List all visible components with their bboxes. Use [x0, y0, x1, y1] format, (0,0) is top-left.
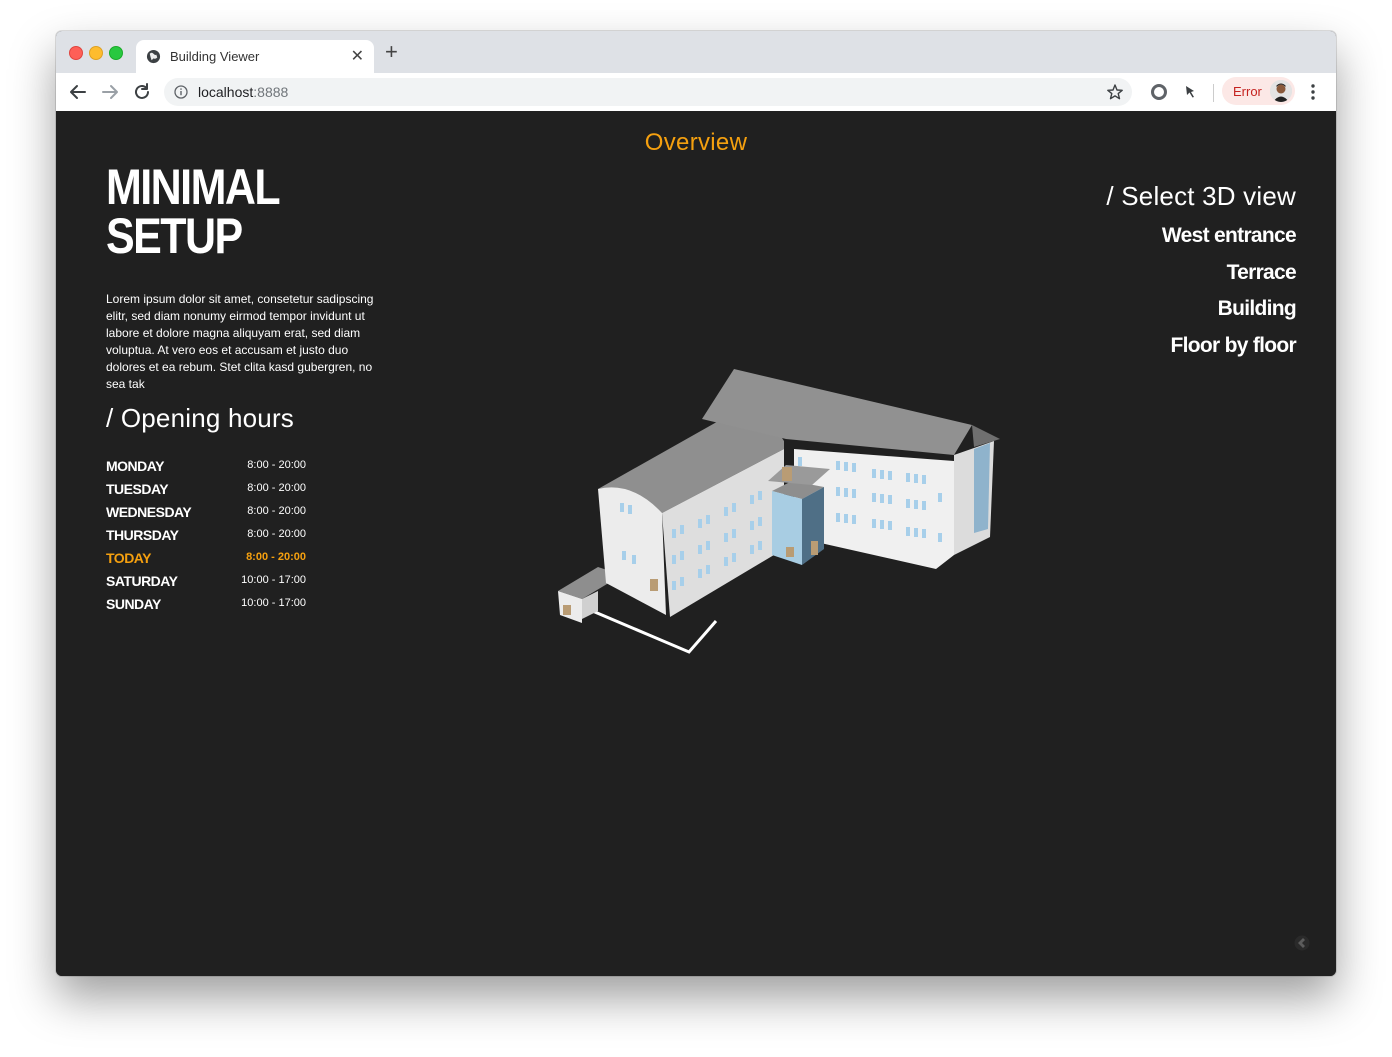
- browser-window: Building Viewer ✕ + localhost:8888 Error…: [56, 31, 1336, 976]
- browser-toolbar: localhost:8888 Error: [56, 73, 1336, 112]
- pin-icon[interactable]: [1181, 82, 1199, 100]
- time-label: 10:00 - 17:00: [241, 597, 306, 609]
- new-tab-button[interactable]: +: [385, 41, 398, 63]
- hours-row-monday: MONDAY 8:00 - 20:00: [106, 458, 306, 481]
- toolbar-separator: [1213, 84, 1214, 102]
- hours-row-wednesday: WEDNESDAY 8:00 - 20:00: [106, 504, 306, 527]
- close-window-button[interactable]: [69, 46, 83, 60]
- page-title: MINIMAL SETUP: [106, 159, 281, 264]
- url-port: :8888: [253, 84, 289, 100]
- day-label: TUESDAY: [106, 481, 169, 497]
- day-label: WEDNESDAY: [106, 504, 192, 520]
- tab-title: Building Viewer: [170, 49, 260, 64]
- time-label: 10:00 - 17:00: [241, 574, 306, 586]
- hours-row-today: TODAY 8:00 - 20:00: [106, 550, 306, 573]
- maximize-window-button[interactable]: [109, 46, 123, 60]
- view-terrace[interactable]: Terrace: [1162, 261, 1297, 298]
- url-text[interactable]: localhost:8888: [198, 84, 288, 100]
- star-icon[interactable]: [1106, 83, 1124, 101]
- view-menu: West entrance Terrace Building Floor by …: [1162, 224, 1297, 371]
- url-host: localhost: [198, 84, 254, 100]
- extension-icon[interactable]: [1150, 83, 1168, 101]
- view-floor-by-floor[interactable]: Floor by floor: [1162, 334, 1296, 371]
- day-label: THURSDAY: [106, 527, 179, 543]
- globe-icon: [146, 49, 161, 64]
- minimize-window-button[interactable]: [89, 46, 103, 60]
- time-label: 8:00 - 20:00: [247, 459, 306, 471]
- menu-icon[interactable]: [1308, 83, 1318, 101]
- time-label: 8:00 - 20:00: [247, 528, 306, 540]
- tab-bar: Building Viewer ✕ +: [56, 31, 1336, 73]
- flutter-icon: [1294, 935, 1310, 951]
- time-label: 8:00 - 20:00: [246, 551, 306, 563]
- forward-icon[interactable]: [99, 81, 121, 103]
- view-west-entrance[interactable]: West entrance: [1162, 224, 1297, 261]
- reload-icon[interactable]: [131, 81, 153, 103]
- profile-status: Error: [1233, 84, 1262, 99]
- browser-tab[interactable]: Building Viewer ✕: [136, 40, 374, 73]
- info-icon[interactable]: [174, 85, 188, 99]
- hours-row-tuesday: TUESDAY 8:00 - 20:00: [106, 481, 306, 504]
- building-3d-model[interactable]: [554, 369, 1004, 654]
- address-bar[interactable]: localhost:8888: [164, 78, 1132, 106]
- description-text: Lorem ipsum dolor sit amet, consetetur s…: [106, 292, 374, 391]
- time-label: 8:00 - 20:00: [247, 505, 306, 517]
- day-label: SATURDAY: [106, 573, 178, 589]
- day-label: MONDAY: [106, 458, 164, 474]
- page-header: Overview: [644, 129, 748, 156]
- profile-error-button[interactable]: Error: [1222, 77, 1295, 105]
- day-label: SUNDAY: [106, 596, 161, 612]
- building-viewer-page: Overview MINIMAL SETUP Lorem ipsum dolor…: [56, 111, 1336, 976]
- tab-close-icon[interactable]: ✕: [351, 46, 364, 66]
- opening-hours-table: MONDAY 8:00 - 20:00 TUESDAY 8:00 - 20:00…: [106, 458, 306, 619]
- hours-row-thursday: THURSDAY 8:00 - 20:00: [106, 527, 306, 550]
- title-line-2: SETUP: [106, 208, 243, 264]
- time-label: 8:00 - 20:00: [247, 482, 306, 494]
- select-view-heading: / Select 3D view: [1106, 181, 1296, 211]
- hours-row-saturday: SATURDAY 10:00 - 17:00: [106, 573, 306, 596]
- avatar: [1270, 80, 1292, 102]
- title-line-1: MINIMAL: [106, 159, 281, 215]
- day-label: TODAY: [106, 550, 151, 566]
- opening-hours-heading: / Opening hours: [106, 403, 295, 433]
- hours-row-sunday: SUNDAY 10:00 - 17:00: [106, 596, 306, 619]
- view-building[interactable]: Building: [1162, 297, 1297, 334]
- back-icon[interactable]: [67, 81, 89, 103]
